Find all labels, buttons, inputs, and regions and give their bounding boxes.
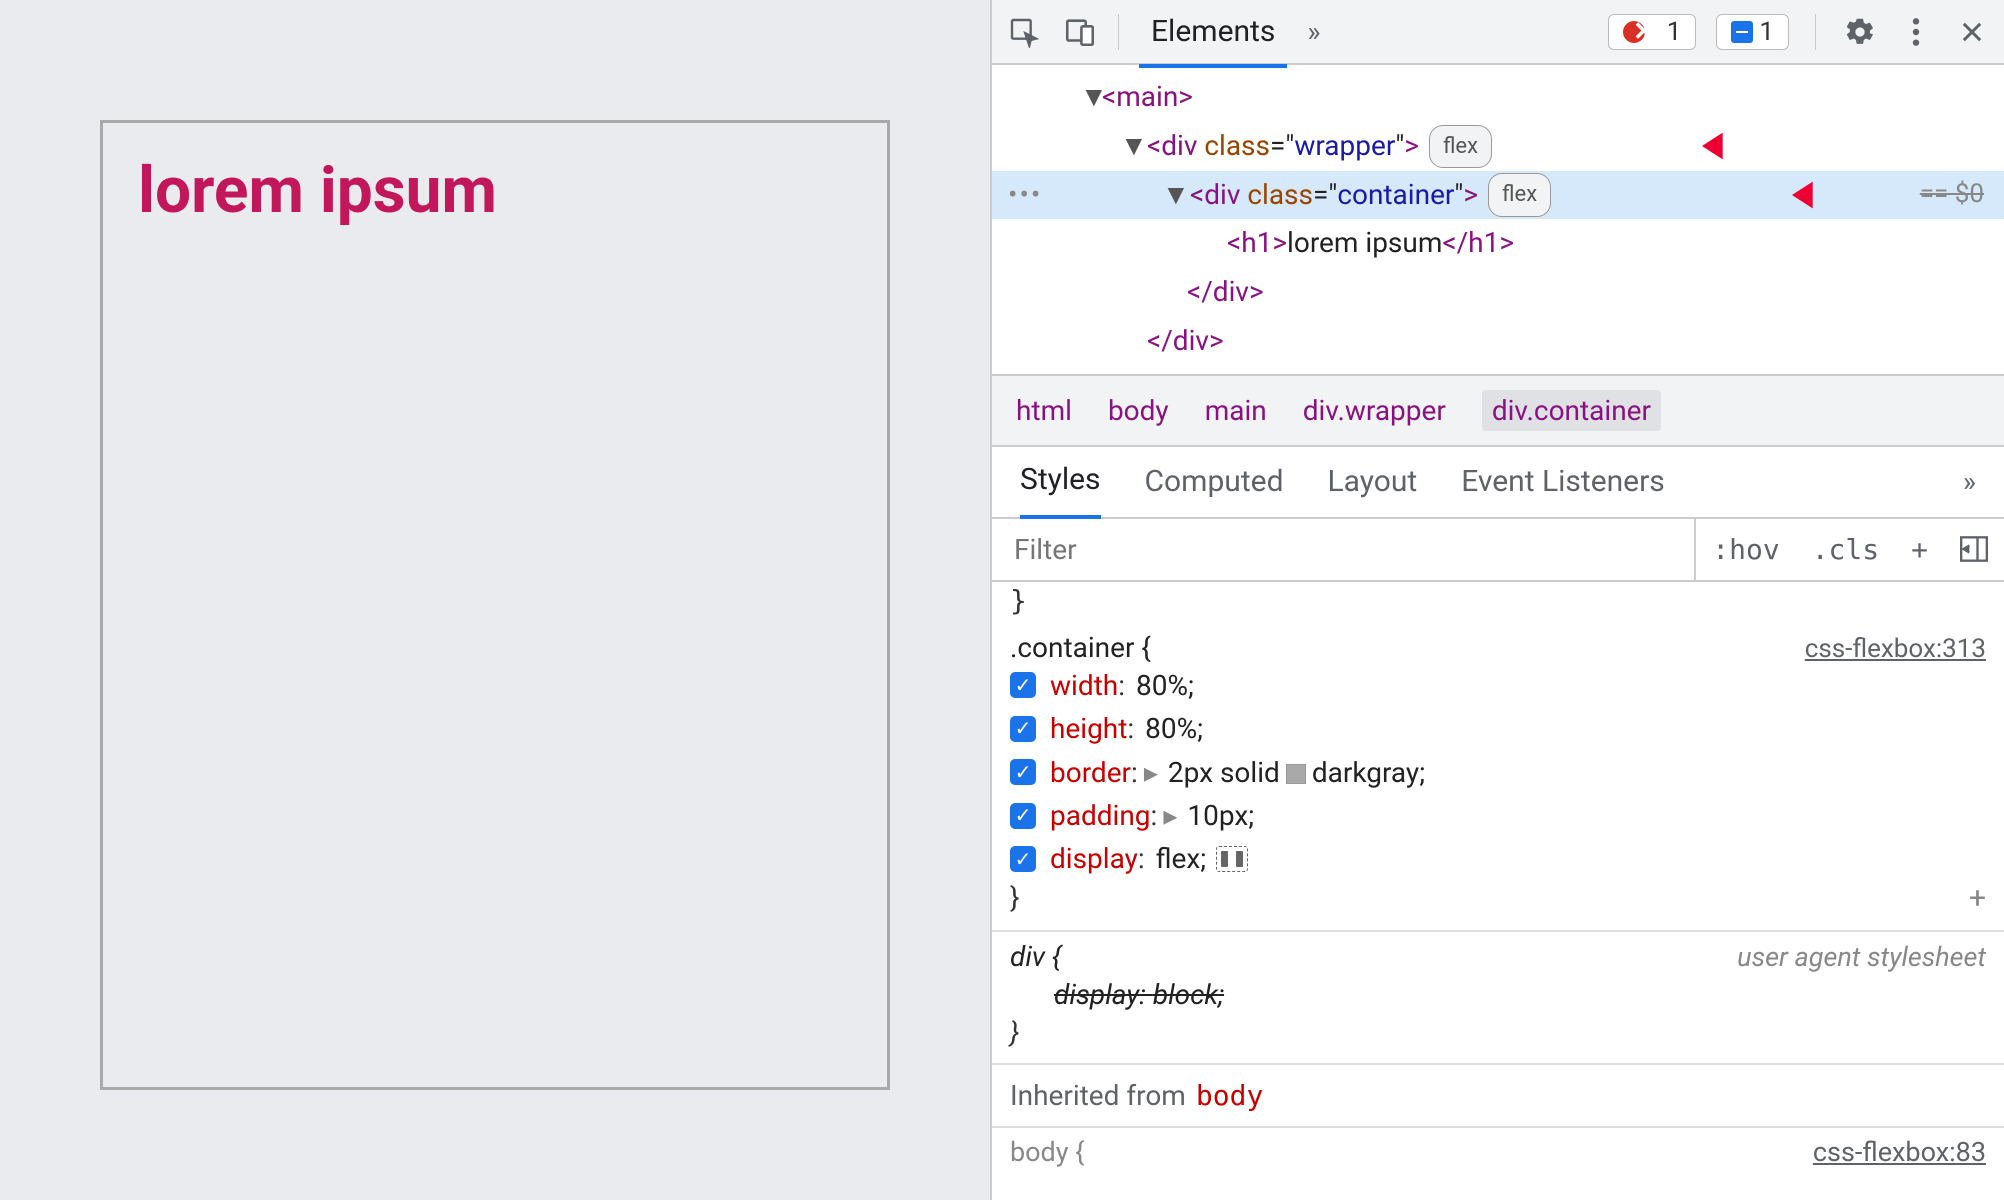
prior-rule-close: } — [992, 582, 2004, 623]
new-rule-icon[interactable]: + — [1895, 519, 1944, 580]
device-toggle-icon[interactable] — [1062, 14, 1098, 50]
inherited-from-section: Inherited frombody — [992, 1065, 2004, 1128]
tab-styles[interactable]: Styles — [1020, 462, 1101, 519]
css-declaration[interactable]: ✓ height: 80%; — [1010, 707, 1986, 750]
css-rule-body-partial[interactable]: body { css-flexbox:83 — [992, 1128, 2004, 1176]
styles-rules: } .container { css-flexbox:313 ✓ width: … — [992, 582, 2004, 1176]
breadcrumb-item[interactable]: body — [1108, 394, 1169, 427]
tab-event-listeners[interactable]: Event Listeners — [1461, 464, 1665, 499]
toggle-checkbox[interactable]: ✓ — [1010, 716, 1036, 742]
devtools-panel: Elements » ✕1 1 ▼ <main> ▼ <div class="w… — [990, 0, 2004, 1200]
elements-dom-tree[interactable]: ▼ <main> ▼ <div class="wrapper"> flex ••… — [992, 65, 2004, 374]
css-declaration[interactable]: ✓ display: flex; — [1010, 837, 1986, 880]
css-declaration[interactable]: ✓ padding: ▸ 10px; — [1010, 794, 1986, 837]
dom-node-container-selected[interactable]: ••• ▼ <div class="container"> flex == $0 — [992, 171, 2004, 220]
settings-icon[interactable] — [1842, 14, 1878, 50]
kebab-menu-icon[interactable] — [1898, 14, 1934, 50]
dom-node-close-div[interactable]: </div> — [992, 268, 2004, 317]
tab-layout[interactable]: Layout — [1328, 464, 1418, 499]
tab-computed[interactable]: Computed — [1145, 464, 1284, 499]
inspect-icon[interactable] — [1006, 14, 1042, 50]
css-rule-div-ua[interactable]: div { user agent stylesheet display: blo… — [992, 932, 2004, 1065]
breadcrumb-item[interactable]: div.wrapper — [1303, 394, 1446, 427]
styles-filter-input[interactable] — [992, 519, 1696, 580]
css-declaration[interactable]: ✓ border: ▸ 2px soliddarkgray; — [1010, 751, 1986, 794]
css-rule-container[interactable]: .container { css-flexbox:313 ✓ width: 80… — [992, 623, 2004, 932]
flex-badge[interactable]: flex — [1488, 173, 1551, 216]
color-swatch-icon[interactable] — [1286, 764, 1306, 784]
actions-icon[interactable]: ••• — [1008, 173, 1042, 218]
error-badge[interactable]: ✕1 — [1608, 14, 1696, 50]
toggle-checkbox[interactable]: ✓ — [1010, 846, 1036, 872]
panel-layout-icon[interactable] — [1944, 522, 2004, 576]
dom-node-h1[interactable]: <h1>lorem ipsum</h1> — [992, 219, 2004, 268]
toggle-checkbox[interactable]: ✓ — [1010, 759, 1036, 785]
breadcrumb-item[interactable]: main — [1205, 394, 1267, 427]
source-link[interactable]: css-flexbox:83 — [1813, 1136, 1986, 1168]
dom-node-wrapper[interactable]: ▼ <div class="wrapper"> flex — [992, 122, 2004, 171]
hov-toggle[interactable]: :hov — [1696, 519, 1795, 580]
toggle-checkbox[interactable]: ✓ — [1010, 672, 1036, 698]
more-tabs-icon[interactable]: » — [1963, 465, 1976, 498]
styles-filter-row: :hov .cls + — [992, 519, 2004, 582]
css-declaration[interactable]: ✓ width: 80%; — [1010, 664, 1986, 707]
add-declaration-icon[interactable]: + — [1969, 881, 1986, 916]
close-icon[interactable] — [1954, 14, 1990, 50]
selector[interactable]: div { — [1010, 940, 1061, 973]
tab-elements[interactable]: Elements — [1139, 4, 1287, 68]
page-preview: lorem ipsum — [0, 0, 990, 1200]
css-declaration-overridden[interactable]: display: block; — [1010, 973, 1986, 1016]
ua-stylesheet-label: user agent stylesheet — [1737, 941, 1986, 973]
flex-badge[interactable]: flex — [1429, 125, 1492, 168]
styles-tab-strip: Styles Computed Layout Event Listeners » — [992, 447, 2004, 519]
inherited-from-selector[interactable]: body — [1196, 1079, 1263, 1112]
expand-icon[interactable]: ▸ — [1144, 751, 1158, 794]
breadcrumb-item-selected[interactable]: div.container — [1482, 390, 1661, 431]
breadcrumb-item[interactable]: html — [1016, 394, 1072, 427]
dom-node-main[interactable]: ▼ <main> — [992, 73, 2004, 122]
preview-container: lorem ipsum — [100, 120, 890, 1090]
preview-heading: lorem ipsum — [138, 153, 852, 228]
messages-badge[interactable]: 1 — [1716, 14, 1789, 50]
annotation-arrow-icon — [1792, 177, 1854, 213]
expand-icon[interactable]: ▸ — [1163, 794, 1177, 837]
source-link[interactable]: css-flexbox:313 — [1805, 634, 1986, 664]
cls-toggle[interactable]: .cls — [1796, 519, 1895, 580]
selector[interactable]: .container { — [1010, 631, 1151, 664]
dollar-zero-ref: == $0 — [1920, 174, 1984, 216]
annotation-arrow-icon — [1702, 128, 1764, 164]
devtools-toolbar: Elements » ✕1 1 — [992, 0, 2004, 65]
dom-breadcrumb[interactable]: html body main div.wrapper div.container — [992, 374, 2004, 447]
toggle-checkbox[interactable]: ✓ — [1010, 803, 1036, 829]
dom-node-close-div[interactable]: </div> — [992, 317, 2004, 366]
flexbox-editor-icon[interactable] — [1216, 846, 1248, 872]
more-tabs-icon[interactable]: » — [1307, 15, 1320, 48]
